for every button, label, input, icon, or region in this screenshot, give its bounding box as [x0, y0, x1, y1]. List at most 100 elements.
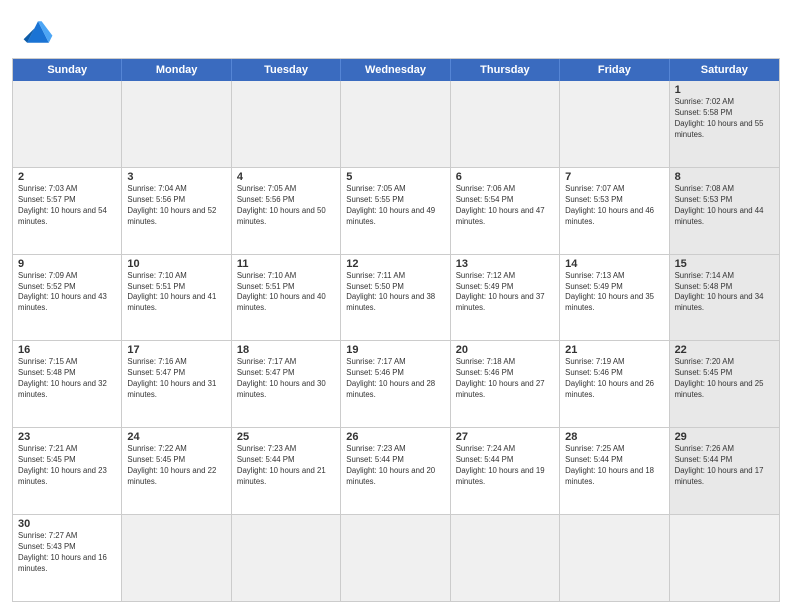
calendar-week-4: 16Sunrise: 7:15 AM Sunset: 5:48 PM Dayli…: [13, 340, 779, 427]
day-number: 29: [675, 431, 774, 443]
day-info: Sunrise: 7:10 AM Sunset: 5:51 PM Dayligh…: [127, 271, 225, 315]
calendar-day-21: 21Sunrise: 7:19 AM Sunset: 5:46 PM Dayli…: [560, 341, 669, 427]
calendar-day-22: 22Sunrise: 7:20 AM Sunset: 5:45 PM Dayli…: [670, 341, 779, 427]
day-number: 13: [456, 258, 554, 270]
day-header-saturday: Saturday: [670, 59, 779, 81]
day-info: Sunrise: 7:12 AM Sunset: 5:49 PM Dayligh…: [456, 271, 554, 315]
calendar-day-1: 1Sunrise: 7:02 AM Sunset: 5:58 PM Daylig…: [670, 81, 779, 167]
calendar-day-3: 3Sunrise: 7:04 AM Sunset: 5:56 PM Daylig…: [122, 168, 231, 254]
day-number: 9: [18, 258, 116, 270]
calendar-week-2: 2Sunrise: 7:03 AM Sunset: 5:57 PM Daylig…: [13, 167, 779, 254]
day-number: 15: [675, 258, 774, 270]
calendar-day-10: 10Sunrise: 7:10 AM Sunset: 5:51 PM Dayli…: [122, 255, 231, 341]
day-number: 5: [346, 171, 444, 183]
day-info: Sunrise: 7:15 AM Sunset: 5:48 PM Dayligh…: [18, 357, 116, 401]
day-info: Sunrise: 7:03 AM Sunset: 5:57 PM Dayligh…: [18, 184, 116, 228]
day-info: Sunrise: 7:24 AM Sunset: 5:44 PM Dayligh…: [456, 444, 554, 488]
day-number: 21: [565, 344, 663, 356]
day-number: 16: [18, 344, 116, 356]
calendar-day-2: 2Sunrise: 7:03 AM Sunset: 5:57 PM Daylig…: [13, 168, 122, 254]
calendar-day-18: 18Sunrise: 7:17 AM Sunset: 5:47 PM Dayli…: [232, 341, 341, 427]
day-number: 19: [346, 344, 444, 356]
day-number: 8: [675, 171, 774, 183]
day-number: 27: [456, 431, 554, 443]
calendar-day-13: 13Sunrise: 7:12 AM Sunset: 5:49 PM Dayli…: [451, 255, 560, 341]
day-number: 14: [565, 258, 663, 270]
day-info: Sunrise: 7:06 AM Sunset: 5:54 PM Dayligh…: [456, 184, 554, 228]
calendar-empty-cell: [122, 515, 231, 601]
day-number: 12: [346, 258, 444, 270]
day-number: 23: [18, 431, 116, 443]
calendar-week-5: 23Sunrise: 7:21 AM Sunset: 5:45 PM Dayli…: [13, 427, 779, 514]
day-header-sunday: Sunday: [13, 59, 122, 81]
page: SundayMondayTuesdayWednesdayThursdayFrid…: [0, 0, 792, 612]
day-number: 11: [237, 258, 335, 270]
day-header-friday: Friday: [560, 59, 669, 81]
day-number: 26: [346, 431, 444, 443]
day-info: Sunrise: 7:18 AM Sunset: 5:46 PM Dayligh…: [456, 357, 554, 401]
day-header-wednesday: Wednesday: [341, 59, 450, 81]
day-number: 22: [675, 344, 774, 356]
calendar-day-15: 15Sunrise: 7:14 AM Sunset: 5:48 PM Dayli…: [670, 255, 779, 341]
day-number: 2: [18, 171, 116, 183]
calendar-empty-cell: [451, 515, 560, 601]
day-info: Sunrise: 7:09 AM Sunset: 5:52 PM Dayligh…: [18, 271, 116, 315]
day-number: 18: [237, 344, 335, 356]
generalblue-logo-icon: [20, 14, 56, 50]
day-number: 7: [565, 171, 663, 183]
calendar-day-9: 9Sunrise: 7:09 AM Sunset: 5:52 PM Daylig…: [13, 255, 122, 341]
day-info: Sunrise: 7:17 AM Sunset: 5:46 PM Dayligh…: [346, 357, 444, 401]
day-info: Sunrise: 7:14 AM Sunset: 5:48 PM Dayligh…: [675, 271, 774, 315]
day-header-tuesday: Tuesday: [232, 59, 341, 81]
calendar-day-24: 24Sunrise: 7:22 AM Sunset: 5:45 PM Dayli…: [122, 428, 231, 514]
calendar-empty-cell: [560, 515, 669, 601]
day-number: 4: [237, 171, 335, 183]
calendar-empty-cell: [560, 81, 669, 167]
day-number: 17: [127, 344, 225, 356]
day-info: Sunrise: 7:23 AM Sunset: 5:44 PM Dayligh…: [237, 444, 335, 488]
day-number: 24: [127, 431, 225, 443]
calendar-day-17: 17Sunrise: 7:16 AM Sunset: 5:47 PM Dayli…: [122, 341, 231, 427]
day-info: Sunrise: 7:04 AM Sunset: 5:56 PM Dayligh…: [127, 184, 225, 228]
day-info: Sunrise: 7:26 AM Sunset: 5:44 PM Dayligh…: [675, 444, 774, 488]
calendar-day-23: 23Sunrise: 7:21 AM Sunset: 5:45 PM Dayli…: [13, 428, 122, 514]
day-info: Sunrise: 7:19 AM Sunset: 5:46 PM Dayligh…: [565, 357, 663, 401]
day-number: 10: [127, 258, 225, 270]
calendar-day-6: 6Sunrise: 7:06 AM Sunset: 5:54 PM Daylig…: [451, 168, 560, 254]
day-info: Sunrise: 7:07 AM Sunset: 5:53 PM Dayligh…: [565, 184, 663, 228]
day-info: Sunrise: 7:13 AM Sunset: 5:49 PM Dayligh…: [565, 271, 663, 315]
calendar-week-1: 1Sunrise: 7:02 AM Sunset: 5:58 PM Daylig…: [13, 81, 779, 167]
calendar-day-12: 12Sunrise: 7:11 AM Sunset: 5:50 PM Dayli…: [341, 255, 450, 341]
day-number: 6: [456, 171, 554, 183]
day-info: Sunrise: 7:17 AM Sunset: 5:47 PM Dayligh…: [237, 357, 335, 401]
calendar-day-4: 4Sunrise: 7:05 AM Sunset: 5:56 PM Daylig…: [232, 168, 341, 254]
calendar-day-20: 20Sunrise: 7:18 AM Sunset: 5:46 PM Dayli…: [451, 341, 560, 427]
calendar-day-7: 7Sunrise: 7:07 AM Sunset: 5:53 PM Daylig…: [560, 168, 669, 254]
day-info: Sunrise: 7:23 AM Sunset: 5:44 PM Dayligh…: [346, 444, 444, 488]
calendar-day-26: 26Sunrise: 7:23 AM Sunset: 5:44 PM Dayli…: [341, 428, 450, 514]
day-info: Sunrise: 7:08 AM Sunset: 5:53 PM Dayligh…: [675, 184, 774, 228]
calendar-empty-cell: [232, 81, 341, 167]
day-info: Sunrise: 7:11 AM Sunset: 5:50 PM Dayligh…: [346, 271, 444, 315]
day-info: Sunrise: 7:27 AM Sunset: 5:43 PM Dayligh…: [18, 531, 116, 575]
day-info: Sunrise: 7:16 AM Sunset: 5:47 PM Dayligh…: [127, 357, 225, 401]
calendar-week-6: 30Sunrise: 7:27 AM Sunset: 5:43 PM Dayli…: [13, 514, 779, 601]
calendar-empty-cell: [122, 81, 231, 167]
calendar: SundayMondayTuesdayWednesdayThursdayFrid…: [12, 58, 780, 602]
day-number: 25: [237, 431, 335, 443]
calendar-day-5: 5Sunrise: 7:05 AM Sunset: 5:55 PM Daylig…: [341, 168, 450, 254]
calendar-day-25: 25Sunrise: 7:23 AM Sunset: 5:44 PM Dayli…: [232, 428, 341, 514]
day-number: 1: [675, 84, 774, 96]
day-number: 3: [127, 171, 225, 183]
calendar-body: 1Sunrise: 7:02 AM Sunset: 5:58 PM Daylig…: [13, 81, 779, 601]
header: [0, 0, 792, 58]
calendar-day-28: 28Sunrise: 7:25 AM Sunset: 5:44 PM Dayli…: [560, 428, 669, 514]
calendar-header: SundayMondayTuesdayWednesdayThursdayFrid…: [13, 59, 779, 81]
day-header-thursday: Thursday: [451, 59, 560, 81]
calendar-day-16: 16Sunrise: 7:15 AM Sunset: 5:48 PM Dayli…: [13, 341, 122, 427]
calendar-empty-cell: [341, 515, 450, 601]
calendar-empty-cell: [670, 515, 779, 601]
calendar-empty-cell: [13, 81, 122, 167]
day-info: Sunrise: 7:20 AM Sunset: 5:45 PM Dayligh…: [675, 357, 774, 401]
calendar-day-29: 29Sunrise: 7:26 AM Sunset: 5:44 PM Dayli…: [670, 428, 779, 514]
